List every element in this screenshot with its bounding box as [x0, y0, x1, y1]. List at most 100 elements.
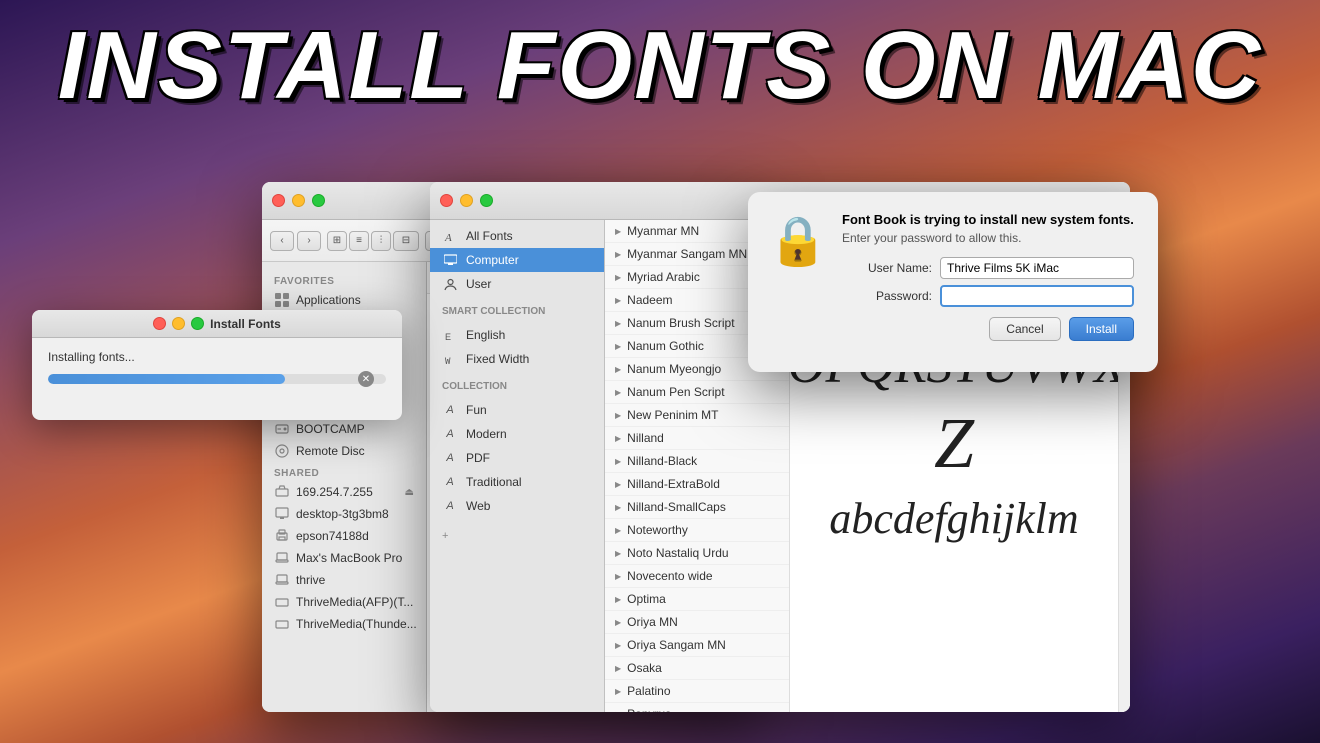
- font-nilland-smallcaps[interactable]: ▶ Nilland-SmallCaps: [605, 496, 789, 519]
- modern-icon: A: [442, 426, 458, 442]
- smart-collection-header: Smart Collection: [430, 300, 604, 319]
- svg-text:E: E: [445, 332, 451, 342]
- progress-bar-container: [48, 374, 386, 384]
- sidebar-item-epson[interactable]: epson74188d: [262, 525, 426, 547]
- font-name-13: Nilland-SmallCaps: [627, 500, 726, 514]
- computer-label: Computer: [466, 253, 519, 267]
- add-collection-button[interactable]: +: [430, 522, 604, 548]
- font-osaka[interactable]: ▶ Osaka: [605, 657, 789, 680]
- fixed-width-label: Fixed Width: [466, 352, 529, 366]
- back-button[interactable]: ‹: [270, 231, 294, 251]
- preview-line4: abcdefghijklm: [829, 493, 1078, 544]
- font-name-1: Myanmar MN: [627, 224, 699, 238]
- sidebar-item-remotedisc[interactable]: Remote Disc: [262, 440, 426, 462]
- fb-item-fun[interactable]: A Fun: [430, 398, 604, 422]
- font-nilland[interactable]: ▶ Nilland: [605, 427, 789, 450]
- maximize-button[interactable]: [191, 317, 204, 330]
- font-papyrus[interactable]: ▶ Papyrus: [605, 703, 789, 712]
- arrow-icon-22: ▶: [615, 710, 621, 713]
- network-icon-4: [274, 616, 290, 632]
- fb-item-user[interactable]: User: [430, 272, 604, 296]
- icon-view-button[interactable]: ⊞: [327, 231, 347, 251]
- minimize-button[interactable]: [172, 317, 185, 330]
- disc-icon: [274, 443, 290, 459]
- list-view-button[interactable]: ≡: [349, 231, 369, 251]
- forward-button[interactable]: ›: [297, 231, 321, 251]
- username-input[interactable]: [940, 257, 1134, 279]
- library-section: A All Fonts Computer User: [430, 220, 604, 300]
- cover-flow-button[interactable]: ⊟: [393, 231, 419, 251]
- desktop-label: desktop-3tg3bm8: [296, 507, 389, 521]
- dialog-buttons: Cancel Install: [842, 317, 1134, 341]
- arrow-icon-10: ▶: [615, 434, 621, 443]
- remotedisc-label: Remote Disc: [296, 444, 365, 458]
- smart-collection-section: E English W Fixed Width: [430, 319, 604, 375]
- font-name-5: Nanum Brush Script: [627, 316, 734, 330]
- epson-label: epson74188d: [296, 529, 369, 543]
- fontbook-maximize-button[interactable]: [480, 194, 493, 207]
- install-button[interactable]: Install: [1069, 317, 1134, 341]
- arrow-icon-1: ▶: [615, 227, 621, 236]
- ip-label: 169.254.7.255: [296, 485, 373, 499]
- column-view-button[interactable]: ⫶: [371, 231, 391, 251]
- font-name-2: Myanmar Sangam MN: [627, 247, 747, 261]
- sidebar-item-thrivemedia2[interactable]: ThriveMedia(Thunde...: [262, 613, 426, 635]
- sidebar-item-thrivemedia1[interactable]: ThriveMedia(AFP)(T...: [262, 591, 426, 613]
- dialog-subtitle: Enter your password to allow this.: [842, 231, 1134, 245]
- font-oriya-sangam[interactable]: ▶ Oriya Sangam MN: [605, 634, 789, 657]
- close-button[interactable]: [153, 317, 166, 330]
- password-input[interactable]: [940, 285, 1134, 307]
- page-title: INSTALL FONTS ON MAC: [0, 18, 1320, 114]
- font-nilland-black[interactable]: ▶ Nilland-Black: [605, 450, 789, 473]
- sidebar-item-ip[interactable]: 169.254.7.255 ⏏: [262, 481, 426, 503]
- finder-minimize-button[interactable]: [292, 194, 305, 207]
- drive-icon: [274, 421, 290, 437]
- font-name-7: Nanum Myeongjo: [627, 362, 721, 376]
- progress-close-button[interactable]: ✕: [358, 371, 374, 387]
- fb-item-pdf[interactable]: A PDF: [430, 446, 604, 470]
- font-new-peninim[interactable]: ▶ New Peninim MT: [605, 404, 789, 427]
- computer-font-icon: [442, 252, 458, 268]
- printer-icon: [274, 528, 290, 544]
- font-optima[interactable]: ▶ Optima: [605, 588, 789, 611]
- thrivemedia2-label: ThriveMedia(Thunde...: [296, 617, 417, 631]
- arrow-icon-16: ▶: [615, 572, 621, 581]
- arrow-icon-19: ▶: [615, 641, 621, 650]
- all-fonts-icon: A: [442, 228, 458, 244]
- font-noto-nastaliq[interactable]: ▶ Noto Nastaliq Urdu: [605, 542, 789, 565]
- fb-item-all-fonts[interactable]: A All Fonts: [430, 224, 604, 248]
- bootcamp-label: BOOTCAMP: [296, 422, 365, 436]
- sidebar-item-desktop[interactable]: desktop-3tg3bm8: [262, 503, 426, 525]
- sidebar-item-maxbook[interactable]: Max's MacBook Pro: [262, 547, 426, 569]
- font-oriya-mn[interactable]: ▶ Oriya MN: [605, 611, 789, 634]
- font-name-18: Oriya MN: [627, 615, 678, 629]
- arrow-icon-14: ▶: [615, 526, 621, 535]
- font-novecento[interactable]: ▶ Novecento wide: [605, 565, 789, 588]
- fb-item-fixed-width[interactable]: W Fixed Width: [430, 347, 604, 371]
- installing-text: Installing fonts...: [48, 350, 386, 364]
- cancel-button[interactable]: Cancel: [989, 317, 1060, 341]
- font-noteworthy[interactable]: ▶ Noteworthy: [605, 519, 789, 542]
- fontbook-minimize-button[interactable]: [460, 194, 473, 207]
- font-palatino[interactable]: ▶ Palatino: [605, 680, 789, 703]
- sidebar-item-bootcamp[interactable]: BOOTCAMP: [262, 418, 426, 440]
- maxbook-label: Max's MacBook Pro: [296, 551, 402, 565]
- english-label: English: [466, 328, 505, 342]
- fixed-width-icon: W: [442, 351, 458, 367]
- sidebar-item-applications[interactable]: Applications: [262, 289, 426, 311]
- fb-item-english[interactable]: E English: [430, 323, 604, 347]
- font-nanum-pen[interactable]: ▶ Nanum Pen Script: [605, 381, 789, 404]
- font-name-12: Nilland-ExtraBold: [627, 477, 720, 491]
- fb-item-traditional[interactable]: A Traditional: [430, 470, 604, 494]
- fb-item-web[interactable]: A Web: [430, 494, 604, 518]
- eject-icon-1[interactable]: ⏏: [405, 487, 414, 498]
- fb-item-computer[interactable]: Computer: [430, 248, 604, 272]
- fontbook-close-button[interactable]: [440, 194, 453, 207]
- sidebar-item-thrive[interactable]: thrive: [262, 569, 426, 591]
- finder-close-button[interactable]: [272, 194, 285, 207]
- font-nilland-extrabold[interactable]: ▶ Nilland-ExtraBold: [605, 473, 789, 496]
- arrow-icon-17: ▶: [615, 595, 621, 604]
- finder-maximize-button[interactable]: [312, 194, 325, 207]
- fb-item-modern[interactable]: A Modern: [430, 422, 604, 446]
- font-name-15: Noto Nastaliq Urdu: [627, 546, 728, 560]
